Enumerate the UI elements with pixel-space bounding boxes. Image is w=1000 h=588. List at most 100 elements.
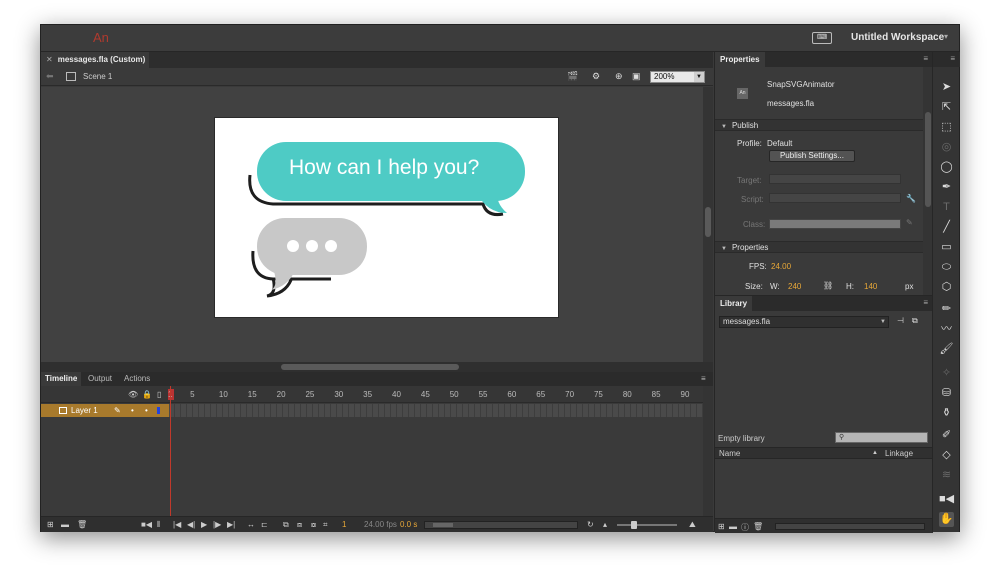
first-frame-icon[interactable]: |◀: [173, 520, 181, 529]
polystar-tool-icon[interactable]: ⬡: [939, 280, 954, 295]
pencil-tool-icon[interactable]: ✏: [939, 302, 954, 317]
timeline-body[interactable]: [41, 417, 713, 516]
panel-menu-icon[interactable]: ≡: [923, 298, 928, 307]
panel-menu-icon[interactable]: ≡: [923, 54, 928, 63]
new-folder-icon[interactable]: ▬: [729, 522, 737, 531]
edit-symbol-icon[interactable]: ⚙: [592, 71, 600, 82]
workspace-switcher-icon[interactable]: ⌨: [812, 32, 832, 44]
hand-tool-icon[interactable]: ✋: [939, 512, 954, 527]
library-scrollbar[interactable]: [775, 523, 925, 530]
publish-section-header[interactable]: ▼ Publish: [715, 119, 925, 131]
frame-rate[interactable]: 24.00 fps: [364, 520, 397, 529]
pasteboard[interactable]: How can I help you?: [41, 87, 713, 362]
delete-icon[interactable]: 🗑: [77, 520, 87, 529]
width-value[interactable]: 240: [788, 282, 801, 291]
eyedropper-tool-icon[interactable]: ✐: [939, 428, 954, 443]
stage[interactable]: How can I help you?: [214, 117, 559, 318]
tab-output[interactable]: Output: [84, 372, 116, 386]
modify-markers-icon[interactable]: ⌗: [323, 520, 328, 530]
lock-dot[interactable]: •: [145, 404, 148, 417]
width-tool-icon[interactable]: ≋: [939, 468, 954, 483]
lasso-tool-icon[interactable]: ◯: [939, 160, 954, 175]
onion-outline-icon[interactable]: ⧈: [297, 520, 302, 530]
layer-row[interactable]: Layer 1 ✎ • •: [41, 404, 169, 417]
clip-content-icon[interactable]: ▣: [632, 71, 641, 82]
scrollbar-thumb[interactable]: [925, 112, 931, 207]
library-document-select[interactable]: messages.fla ▼: [719, 316, 889, 328]
lock-icon[interactable]: 🔒: [142, 390, 152, 399]
eye-icon[interactable]: 👁: [128, 390, 138, 399]
loop-icon[interactable]: ↔: [247, 520, 255, 529]
properties-section-header[interactable]: ▼ Properties: [715, 241, 925, 253]
stage-horizontal-scrollbar[interactable]: [41, 362, 713, 372]
stage-vertical-scrollbar[interactable]: [703, 87, 713, 362]
new-symbol-icon[interactable]: ⊞: [718, 522, 725, 531]
new-layer-icon[interactable]: ⊞: [47, 520, 54, 529]
free-transform-tool-icon[interactable]: ⬚: [939, 120, 954, 135]
delete-icon[interactable]: 🗑: [753, 522, 763, 531]
elapsed-time[interactable]: 0.0 s: [400, 520, 417, 529]
edit-class-icon[interactable]: ✎: [906, 218, 913, 227]
outline-icon[interactable]: ▯: [157, 390, 161, 399]
zoom-select[interactable]: 200% ▼: [650, 71, 705, 83]
selection-tool-icon[interactable]: ➤: [939, 80, 954, 95]
new-library-icon[interactable]: ⧉: [912, 316, 918, 326]
layer-frames[interactable]: [169, 404, 703, 417]
target-select[interactable]: [769, 174, 901, 184]
timeline-zoom-slider[interactable]: [617, 521, 677, 529]
column-linkage[interactable]: Linkage: [885, 448, 913, 459]
3d-rotation-tool-icon[interactable]: ◎: [939, 140, 954, 155]
oval-tool-icon[interactable]: ⬭: [939, 260, 954, 275]
column-name[interactable]: Name: [719, 448, 740, 459]
publish-settings-button[interactable]: Publish Settings...: [769, 150, 855, 162]
onion-skin-icon[interactable]: ⧉: [283, 520, 289, 530]
timeline-vertical-scrollbar[interactable]: [703, 386, 713, 516]
tab-properties[interactable]: Properties: [715, 52, 765, 67]
step-forward-icon[interactable]: |▶: [213, 520, 221, 529]
brush-tool-icon[interactable]: 〰: [939, 322, 954, 337]
panel-menu-icon[interactable]: ≡: [697, 372, 710, 386]
rectangle-tool-icon[interactable]: ▭: [939, 240, 954, 255]
zoom-out-icon[interactable]: ▴: [603, 520, 607, 529]
script-select[interactable]: [769, 193, 901, 203]
close-icon[interactable]: ✕: [46, 55, 53, 64]
sort-icon[interactable]: ▲: [872, 448, 878, 459]
ink-bottle-tool-icon[interactable]: ⚱: [939, 406, 954, 421]
subselection-tool-icon[interactable]: ⇱: [939, 100, 954, 115]
scrollbar-thumb[interactable]: [433, 523, 453, 527]
bone-tool-icon[interactable]: ✧: [939, 366, 954, 381]
eraser-tool-icon[interactable]: ◇: [939, 448, 954, 463]
workspace-selector[interactable]: Untitled Workspace: [851, 32, 944, 43]
fps-value[interactable]: 24.00: [771, 262, 791, 271]
new-folder-icon[interactable]: ▬: [61, 520, 69, 529]
refresh-icon[interactable]: ↻: [587, 520, 594, 529]
panel-menu-icon[interactable]: ≡: [950, 54, 955, 63]
tab-library[interactable]: Library: [715, 296, 753, 311]
height-value[interactable]: 140: [864, 282, 877, 291]
tab-timeline[interactable]: Timeline: [41, 372, 82, 386]
outline-color-swatch[interactable]: [157, 407, 160, 414]
step-back-icon[interactable]: ◀|: [187, 520, 195, 529]
pen-tool-icon[interactable]: ✒: [939, 180, 954, 195]
edit-scene-icon[interactable]: 🎬: [567, 71, 578, 82]
chevron-down-icon[interactable]: ▾: [944, 32, 948, 41]
scrollbar-thumb[interactable]: [281, 364, 459, 370]
camera-tool-icon[interactable]: ■◀: [939, 492, 954, 507]
wrench-icon[interactable]: 🔧: [906, 194, 916, 203]
camera-icon[interactable]: ■◀: [141, 520, 152, 529]
link-icon[interactable]: ⛓: [823, 281, 833, 290]
visibility-dot[interactable]: •: [131, 404, 134, 417]
scrollbar-thumb[interactable]: [705, 207, 711, 237]
timeline-horizontal-scrollbar[interactable]: [424, 521, 578, 529]
paint-bucket-tool-icon[interactable]: ⛁: [939, 386, 954, 401]
zoom-in-icon[interactable]: ⛰: [689, 520, 696, 530]
info-icon[interactable]: ⓘ: [741, 522, 749, 533]
parent-icon[interactable]: ⫴: [157, 520, 160, 530]
center-frame-icon[interactable]: ⊏: [261, 520, 268, 529]
line-tool-icon[interactable]: ╱: [939, 220, 954, 235]
pin-icon[interactable]: ⊣: [897, 316, 904, 325]
last-frame-icon[interactable]: ▶|: [227, 520, 235, 529]
tab-actions[interactable]: Actions: [120, 372, 154, 386]
play-icon[interactable]: ▶: [201, 520, 207, 529]
edit-multiple-icon[interactable]: ⧇: [311, 520, 316, 530]
